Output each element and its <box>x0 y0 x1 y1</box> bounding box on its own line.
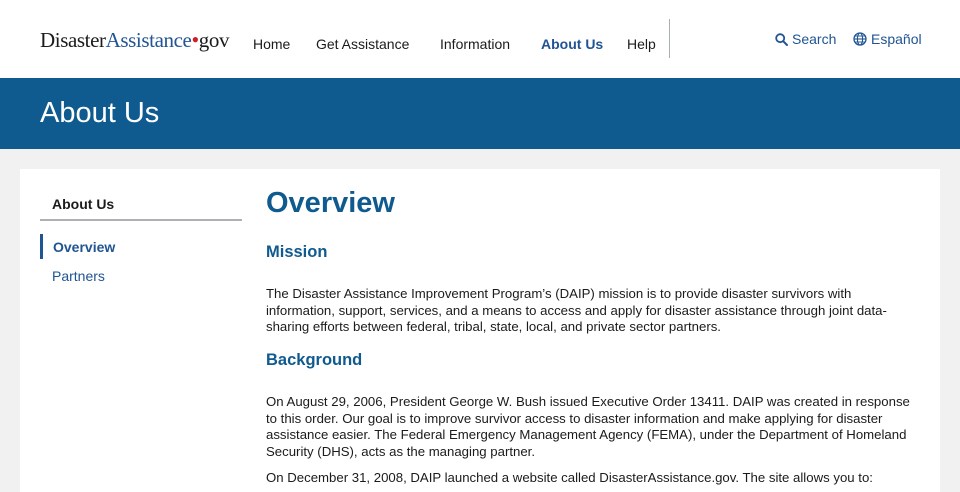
sidebar-heading: About Us <box>40 191 242 221</box>
nav-get-assistance[interactable]: Get Assistance <box>316 36 409 52</box>
nav-divider <box>669 19 670 58</box>
nav-help[interactable]: Help <box>627 36 656 52</box>
background-paragraph-2: On December 31, 2008, DAIP launched a we… <box>266 470 873 485</box>
mission-heading: Mission <box>266 243 328 261</box>
page-banner: About Us <box>0 78 960 149</box>
logo-text-assistance: Assistance <box>105 28 192 52</box>
nav-about-us[interactable]: About Us <box>541 36 603 52</box>
logo-dot: • <box>191 27 199 52</box>
site-header: DisasterAssistance•gov Home Get Assistan… <box>0 0 960 78</box>
language-label: Español <box>871 31 922 47</box>
nav-home[interactable]: Home <box>253 36 290 52</box>
search-link[interactable]: Search <box>775 31 836 47</box>
mission-paragraph: The Disaster Assistance Improvement Prog… <box>266 286 887 335</box>
sidebar-item-overview[interactable]: Overview <box>40 234 242 259</box>
logo-text-disaster: Disaster <box>40 28 106 52</box>
nav-information[interactable]: Information <box>440 36 510 52</box>
site-logo[interactable]: DisasterAssistance•gov <box>40 27 229 53</box>
background-heading: Background <box>266 351 363 369</box>
content-card: About Us Overview Partners Overview Miss… <box>20 169 940 492</box>
section-title: Overview <box>266 187 395 219</box>
globe-icon <box>853 32 867 46</box>
page-title: About Us <box>40 97 160 129</box>
background-paragraph-1: On August 29, 2006, President George W. … <box>266 394 910 459</box>
language-link[interactable]: Español <box>853 31 922 47</box>
logo-text-gov: gov <box>198 28 230 52</box>
search-label: Search <box>792 31 837 47</box>
search-icon <box>775 32 788 46</box>
sidebar-item-partners[interactable]: Partners <box>40 263 242 288</box>
